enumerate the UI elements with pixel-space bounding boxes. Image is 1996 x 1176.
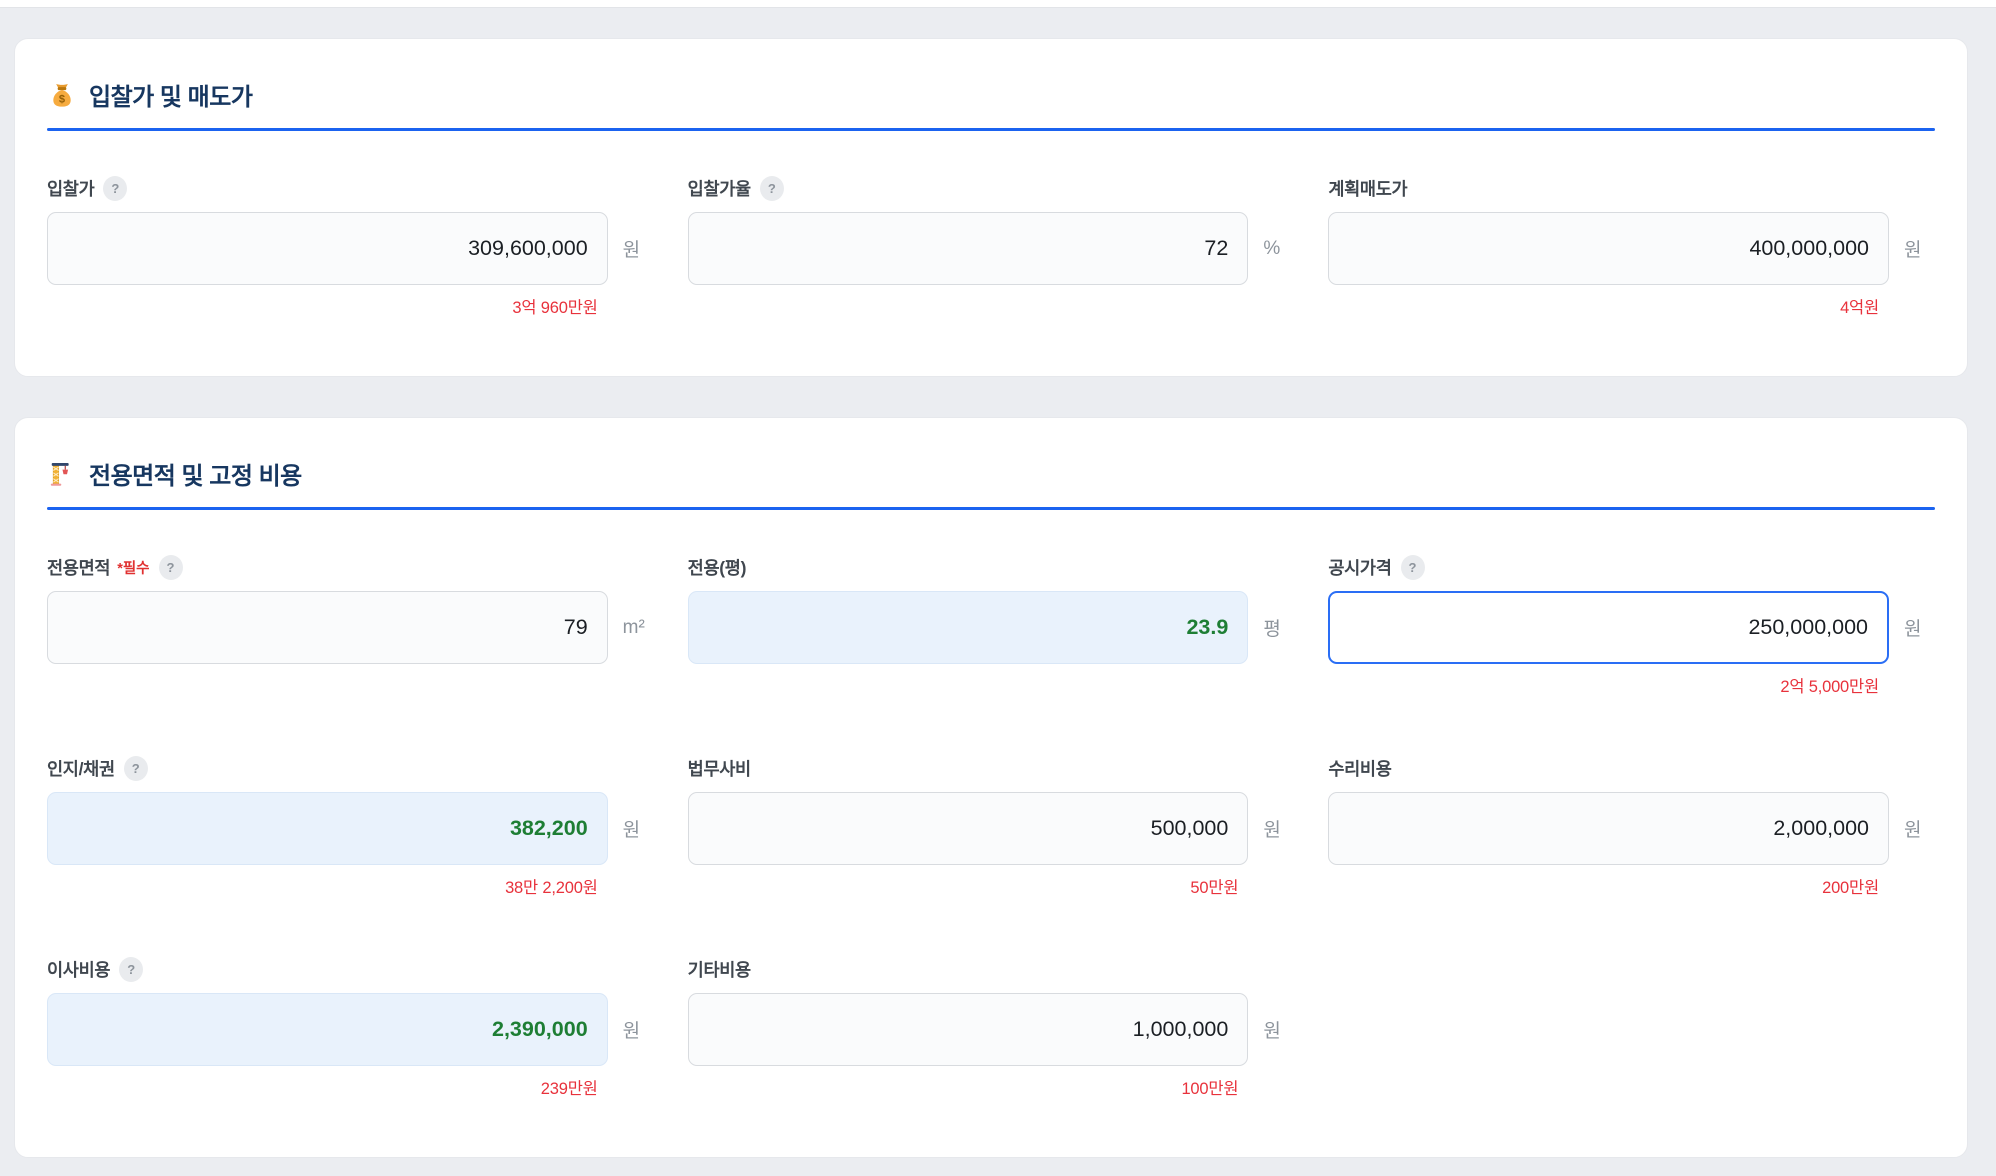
unit-suffix: 원 bbox=[1889, 614, 1935, 641]
construction-crane-icon bbox=[47, 459, 77, 489]
field-grid: 입찰가 ? 원 3억 960만원 입찰가율 ? % bbox=[47, 175, 1935, 318]
moving-cost-korean-amount: 239만원 bbox=[47, 1075, 654, 1099]
field-stamp-bond: 인지/채권 ? 원 38만 2,200원 bbox=[47, 755, 654, 898]
bid-price-input[interactable] bbox=[47, 212, 608, 285]
field-exclusive-area: 전용면적 *필수 ? m² bbox=[47, 554, 654, 697]
legal-fee-label: 법무사비 bbox=[688, 756, 751, 781]
unit-suffix: 평 bbox=[1248, 614, 1294, 641]
help-icon[interactable]: ? bbox=[124, 756, 148, 781]
field-planned-sale-price: 계획매도가 원 4억원 bbox=[1328, 175, 1935, 318]
unit-suffix: 원 bbox=[608, 815, 654, 842]
field-grid: 전용면적 *필수 ? m² 전용(평) 평 bbox=[47, 554, 1935, 1099]
stamp-bond-korean-amount: 38만 2,200원 bbox=[47, 874, 654, 898]
official-price-label: 공시가격 bbox=[1328, 555, 1391, 580]
exclusive-area-pyeong-input bbox=[688, 591, 1249, 664]
moving-cost-label: 이사비용 bbox=[47, 957, 110, 982]
stamp-bond-label: 인지/채권 bbox=[47, 756, 115, 781]
bid-price-label: 입찰가 bbox=[47, 176, 94, 201]
exclusive-area-pyeong-label: 전용(평) bbox=[688, 555, 746, 580]
unit-suffix: 원 bbox=[1248, 815, 1294, 842]
svg-text:$: $ bbox=[59, 93, 65, 105]
page-top-strip bbox=[0, 0, 1996, 8]
repair-cost-korean-amount: 200만원 bbox=[1328, 874, 1935, 898]
bid-ratio-input[interactable] bbox=[688, 212, 1249, 285]
unit-suffix: % bbox=[1248, 238, 1294, 260]
field-moving-cost: 이사비용 ? 원 239만원 bbox=[47, 956, 654, 1099]
section-divider bbox=[47, 507, 1935, 510]
unit-suffix: 원 bbox=[1889, 815, 1935, 842]
help-icon[interactable]: ? bbox=[1401, 555, 1425, 580]
section-divider bbox=[47, 128, 1935, 131]
stamp-bond-input bbox=[47, 792, 608, 865]
misc-cost-label: 기타비용 bbox=[688, 957, 751, 982]
empty-helper bbox=[688, 294, 1295, 317]
money-bag-icon: $ bbox=[47, 80, 77, 110]
unit-suffix: 원 bbox=[608, 1016, 654, 1043]
unit-suffix: 원 bbox=[1248, 1016, 1294, 1043]
section-title: 입찰가 및 매도가 bbox=[89, 77, 252, 112]
field-bid-price: 입찰가 ? 원 3억 960만원 bbox=[47, 175, 654, 318]
calculator-page: $ 입찰가 및 매도가 입찰가 ? 원 3억 960만원 입찰가율 bbox=[0, 8, 1996, 1176]
section-title: 전용면적 및 고정 비용 bbox=[89, 456, 302, 491]
field-official-price: 공시가격 ? 원 2억 5,000만원 bbox=[1328, 554, 1935, 697]
card-header: $ 입찰가 및 매도가 bbox=[47, 77, 1935, 112]
empty-helper bbox=[688, 673, 1295, 696]
field-misc-cost: 기타비용 원 100만원 bbox=[688, 956, 1295, 1099]
empty-helper bbox=[47, 673, 654, 696]
card-header: 전용면적 및 고정 비용 bbox=[47, 456, 1935, 491]
misc-cost-korean-amount: 100만원 bbox=[688, 1075, 1295, 1099]
help-icon[interactable]: ? bbox=[159, 555, 183, 580]
field-legal-fee: 법무사비 원 50만원 bbox=[688, 755, 1295, 898]
planned-sale-price-korean-amount: 4억원 bbox=[1328, 294, 1935, 318]
card-bid-and-sale-price: $ 입찰가 및 매도가 입찰가 ? 원 3억 960만원 입찰가율 bbox=[14, 38, 1968, 377]
planned-sale-price-input[interactable] bbox=[1328, 212, 1889, 285]
field-bid-ratio: 입찰가율 ? % bbox=[688, 175, 1295, 318]
help-icon[interactable]: ? bbox=[119, 957, 143, 982]
repair-cost-input[interactable] bbox=[1328, 792, 1889, 865]
bid-price-korean-amount: 3억 960만원 bbox=[47, 294, 654, 318]
legal-fee-input[interactable] bbox=[688, 792, 1249, 865]
exclusive-area-input[interactable] bbox=[47, 591, 608, 664]
legal-fee-korean-amount: 50만원 bbox=[688, 874, 1295, 898]
field-repair-cost: 수리비용 원 200만원 bbox=[1328, 755, 1935, 898]
unit-suffix: 원 bbox=[1889, 235, 1935, 262]
repair-cost-label: 수리비용 bbox=[1328, 756, 1391, 781]
planned-sale-price-label: 계획매도가 bbox=[1328, 176, 1407, 201]
help-icon[interactable]: ? bbox=[760, 176, 784, 201]
required-marker: *필수 bbox=[117, 557, 149, 578]
misc-cost-input[interactable] bbox=[688, 993, 1249, 1066]
official-price-input[interactable] bbox=[1328, 591, 1889, 664]
unit-suffix: m² bbox=[608, 617, 654, 639]
unit-suffix: 원 bbox=[608, 235, 654, 262]
exclusive-area-label: 전용면적 bbox=[47, 555, 110, 580]
bid-ratio-label: 입찰가율 bbox=[688, 176, 751, 201]
moving-cost-input bbox=[47, 993, 608, 1066]
card-area-and-fixed-costs: 전용면적 및 고정 비용 전용면적 *필수 ? m² 전용(평) bbox=[14, 417, 1968, 1158]
field-exclusive-area-pyeong: 전용(평) 평 bbox=[688, 554, 1295, 697]
help-icon[interactable]: ? bbox=[103, 176, 127, 201]
official-price-korean-amount: 2억 5,000만원 bbox=[1328, 673, 1935, 697]
